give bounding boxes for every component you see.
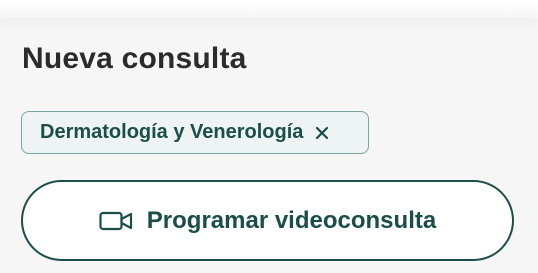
video-camera-icon <box>99 211 133 231</box>
specialty-chip-label: Dermatología y Venerología <box>40 121 304 143</box>
page-title: Nueva consulta <box>22 42 247 75</box>
top-bar-shadow <box>0 0 538 18</box>
specialty-filter-chip[interactable]: Dermatología y Venerología <box>21 111 369 154</box>
close-icon[interactable] <box>313 124 331 142</box>
schedule-video-consultation-label: Programar videoconsulta <box>146 206 437 234</box>
schedule-video-consultation-button[interactable]: Programar videoconsulta <box>21 180 514 261</box>
